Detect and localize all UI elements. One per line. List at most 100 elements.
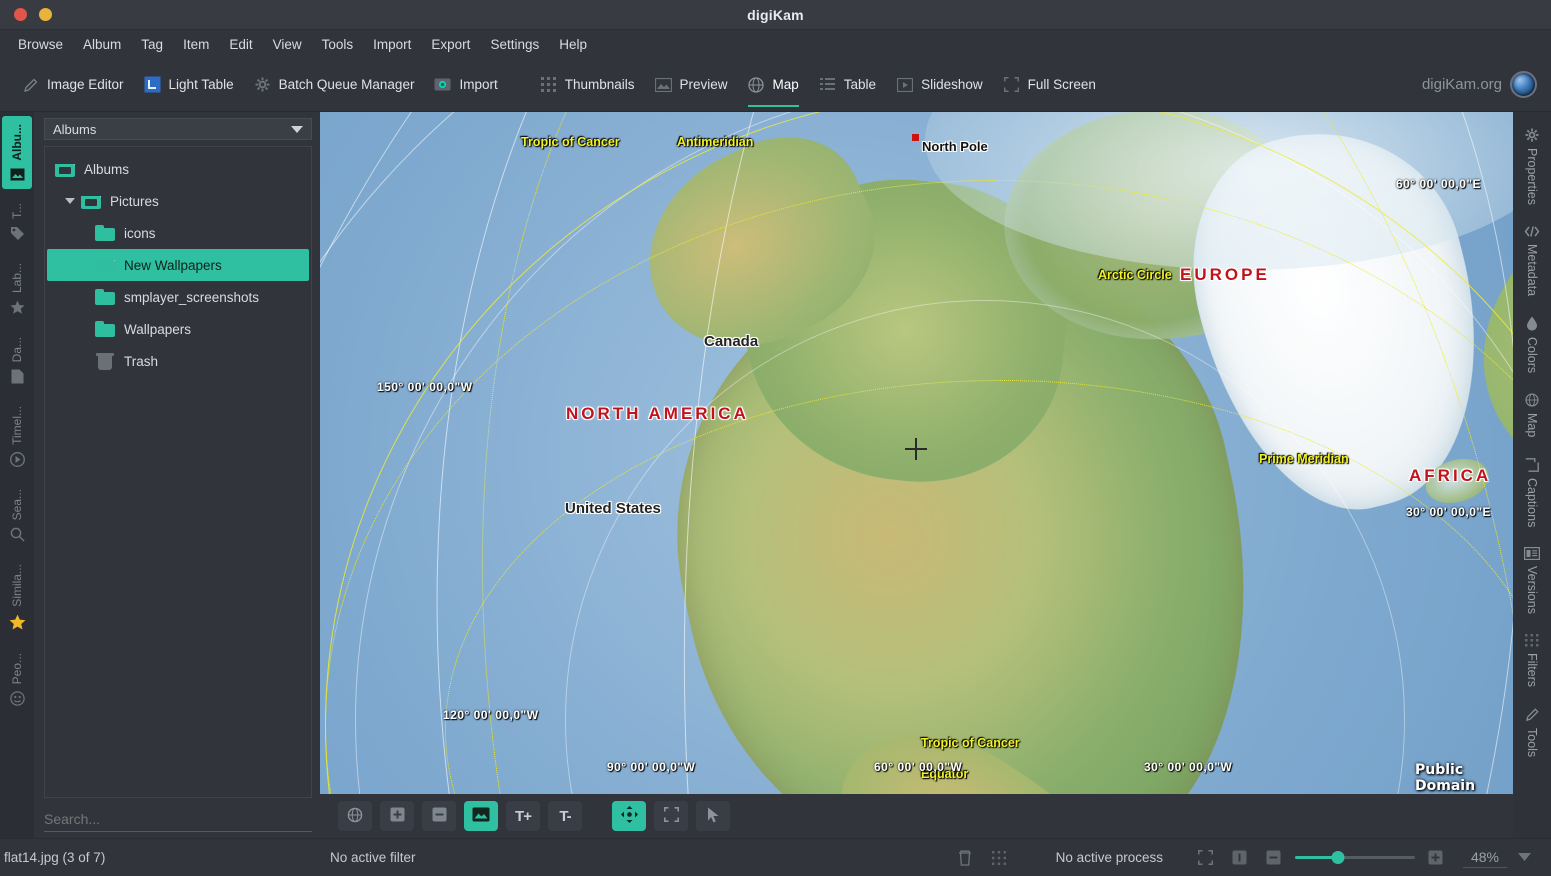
albums-dropdown[interactable]: Albums — [44, 118, 312, 140]
album-search[interactable] — [44, 806, 312, 832]
left-sidebar-tabs: Albu... T... Lab... Da... Timel... Sea..… — [0, 112, 34, 838]
digikam-window: digiKam Browse Album Tag Item Edit View … — [0, 0, 1551, 876]
menu-export[interactable]: Export — [421, 33, 480, 56]
light-table-icon — [144, 76, 161, 93]
minus-icon — [432, 807, 447, 825]
menu-edit[interactable]: Edit — [219, 33, 262, 56]
tree-item-pictures[interactable]: Pictures — [47, 185, 309, 217]
toolbar-batch-queue-manager[interactable]: Batch Queue Manager — [244, 58, 425, 111]
toolbar-full-screen[interactable]: Full Screen — [993, 58, 1106, 111]
tree-item-icons[interactable]: icons — [47, 217, 309, 249]
image-icon — [654, 76, 672, 93]
pointer-mode-button[interactable] — [696, 801, 730, 831]
earth-globe[interactable] — [320, 112, 1513, 794]
toolbar-import[interactable]: Import — [424, 58, 507, 111]
search-input[interactable] — [44, 810, 312, 827]
brand-area[interactable]: digiKam.org — [1422, 71, 1537, 98]
toolbar-table-label: Table — [843, 77, 877, 92]
sidebar-item-albums-label: Albu... — [10, 124, 24, 161]
menu-import[interactable]: Import — [363, 33, 421, 56]
sidebar-item-people-label: Peo... — [10, 653, 24, 685]
menu-tag[interactable]: Tag — [131, 33, 173, 56]
toolbar-slideshow[interactable]: Slideshow — [886, 58, 993, 111]
menu-item[interactable]: Item — [173, 33, 219, 56]
sidebar-item-metadata[interactable]: Metadata — [1515, 217, 1549, 306]
menu-tools[interactable]: Tools — [312, 33, 364, 56]
globe-projection-button[interactable] — [338, 801, 372, 831]
status-filter: No active filter — [330, 850, 416, 865]
show-images-button[interactable] — [464, 801, 498, 831]
sidebar-item-search[interactable]: Sea... — [2, 481, 32, 550]
sidebar-item-metadata-label: Metadata — [1525, 243, 1539, 297]
sidebar-item-dates[interactable]: Da... — [2, 329, 32, 392]
thumbnail-size-decrease-button[interactable]: T- — [548, 801, 582, 831]
zoom-out-icon[interactable] — [1257, 844, 1291, 872]
selection-mode-button[interactable] — [654, 801, 688, 831]
menu-browse[interactable]: Browse — [8, 33, 73, 56]
sidebar-item-captions[interactable]: Captions — [1515, 450, 1549, 537]
tree-item-icons-label: icons — [124, 225, 156, 241]
album-folder-icon — [81, 193, 101, 209]
zoom-slider[interactable] — [1294, 851, 1415, 864]
zoom-in-button[interactable] — [380, 801, 414, 831]
zoom-level-value[interactable]: 48% — [1462, 848, 1507, 868]
globe-icon — [347, 807, 363, 826]
toolbar-thumbnails[interactable]: Thumbnails — [530, 58, 645, 111]
status-bar: flat14.jpg (3 of 7) No active filter No … — [0, 838, 1551, 876]
menu-album[interactable]: Album — [73, 33, 131, 56]
expand-icon — [1003, 76, 1020, 93]
sidebar-item-tools[interactable]: Tools — [1515, 699, 1549, 767]
zoom-100-icon[interactable] — [1223, 844, 1257, 872]
toolbar-image-editor[interactable]: Image Editor — [12, 58, 134, 111]
sidebar-item-albums[interactable]: Albu... — [2, 116, 32, 189]
toolbar-light-table[interactable]: Light Table — [134, 58, 244, 111]
tree-item-wallpapers[interactable]: Wallpapers — [47, 313, 309, 345]
sidebar-item-filters[interactable]: Filters — [1515, 626, 1549, 697]
toolbar-table[interactable]: Table — [809, 58, 886, 111]
sidebar-item-colors[interactable]: Colors — [1515, 308, 1549, 383]
sidebar-item-properties[interactable]: Properties — [1515, 120, 1549, 215]
tree-item-new-wallpapers-label: New Wallpapers — [124, 257, 222, 273]
t-plus-icon: T+ — [515, 807, 532, 825]
sidebar-item-search-label: Sea... — [10, 488, 24, 521]
sidebar-item-versions-label: Versions — [1525, 565, 1539, 614]
sidebar-item-people[interactable]: Peo... — [2, 645, 32, 714]
fit-window-icon[interactable] — [1189, 844, 1223, 872]
map-view[interactable]: Lepus Piscis Indus — [320, 112, 1513, 794]
search-icon — [10, 527, 25, 542]
toolbar-preview[interactable]: Preview — [645, 58, 738, 111]
window-title: digiKam — [747, 6, 804, 23]
sidebar-item-tags[interactable]: T... — [2, 195, 32, 249]
toolbar-map[interactable]: Map — [738, 58, 809, 111]
toolbar-thumbnails-label: Thumbnails — [564, 77, 635, 92]
trash-icon[interactable] — [948, 844, 982, 872]
toolbar-slideshow-label: Slideshow — [921, 77, 983, 92]
menu-bar: Browse Album Tag Item Edit View Tools Im… — [0, 30, 1551, 58]
zoom-slider-handle[interactable] — [1331, 851, 1345, 864]
sidebar-item-map[interactable]: Map — [1515, 385, 1549, 447]
sidebar-item-timeline[interactable]: Timel... — [2, 398, 32, 475]
tree-item-new-wallpapers[interactable]: New Wallpapers — [47, 249, 309, 281]
menu-view[interactable]: View — [263, 33, 312, 56]
toolbar-image-editor-label: Image Editor — [47, 77, 124, 92]
north-pole-marker — [912, 134, 919, 141]
zoom-out-button[interactable] — [422, 801, 456, 831]
tree-item-albums[interactable]: Albums — [47, 153, 309, 185]
sidebar-item-labels[interactable]: Lab... — [2, 255, 32, 323]
zoom-in-icon[interactable] — [1419, 844, 1453, 872]
list-icon — [819, 76, 836, 93]
tree-item-smplayer-screenshots[interactable]: smplayer_screenshots — [47, 281, 309, 313]
sidebar-item-versions[interactable]: Versions — [1515, 539, 1549, 624]
sidebar-item-map-label: Map — [1525, 413, 1539, 438]
pan-mode-button[interactable] — [612, 801, 646, 831]
thumbnail-size-increase-button[interactable]: T+ — [506, 801, 540, 831]
expander-icon[interactable] — [63, 198, 77, 204]
brand-label: digiKam.org — [1421, 76, 1502, 93]
tree-item-pictures-label: Pictures — [110, 193, 159, 209]
menu-settings[interactable]: Settings — [480, 33, 549, 56]
sidebar-item-similarity[interactable]: Simila... — [2, 556, 32, 639]
menu-help[interactable]: Help — [549, 33, 597, 56]
chevron-down-icon[interactable] — [1507, 844, 1541, 872]
grid-icon[interactable] — [982, 844, 1016, 872]
tree-item-trash[interactable]: Trash — [47, 345, 309, 377]
